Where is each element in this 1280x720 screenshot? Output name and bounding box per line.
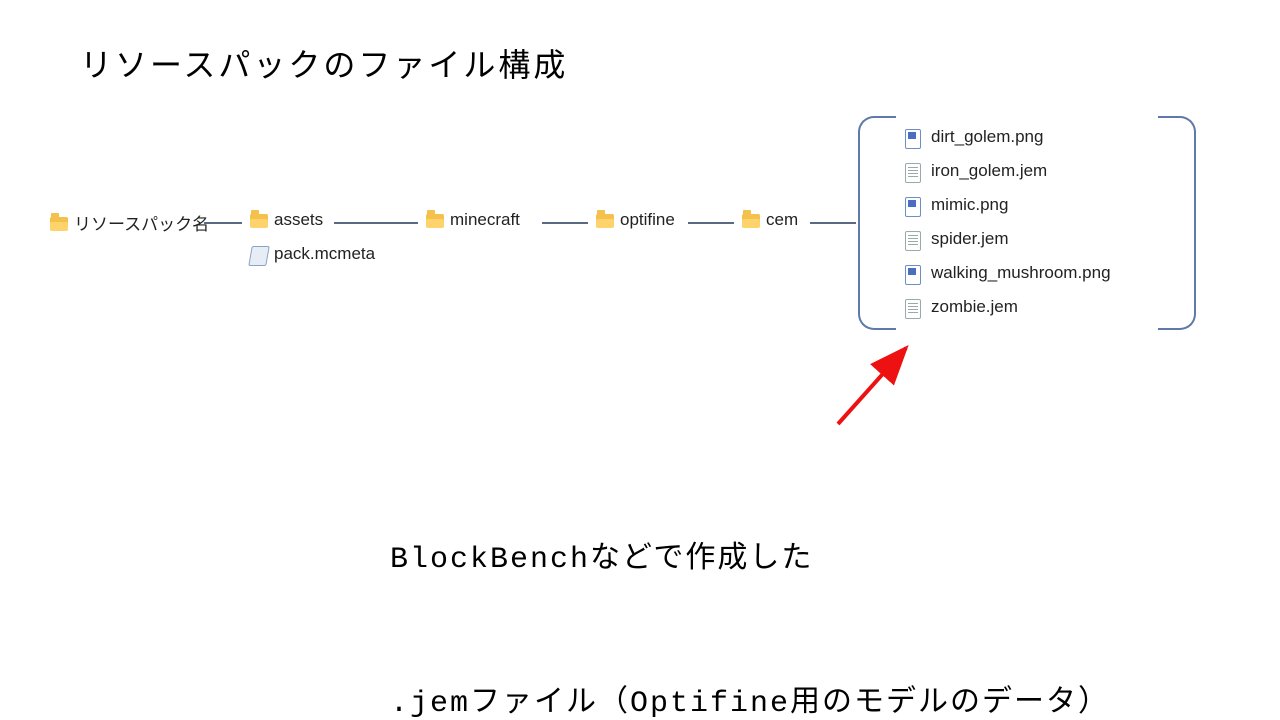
connector-line: [204, 222, 242, 224]
list-item: spider.jem: [905, 222, 1111, 256]
folder-label: リソースパック名: [74, 210, 209, 235]
document-icon: [905, 163, 921, 183]
folder-label: minecraft: [450, 210, 520, 230]
file-mcmeta: pack.mcmeta: [250, 244, 375, 264]
image-file-icon: [905, 129, 921, 149]
brace-left-icon: [858, 116, 896, 330]
file-label: walking_mushroom.png: [931, 256, 1111, 290]
document-icon: [905, 299, 921, 319]
brace-right-icon: [1158, 116, 1196, 330]
folder-root: リソースパック名: [50, 210, 209, 235]
folder-label: cem: [766, 210, 798, 230]
folder-label: optifine: [620, 210, 675, 230]
connector-line: [810, 222, 856, 224]
folder-cem: cem: [742, 210, 798, 230]
cem-file-list: dirt_golem.png iron_golem.jem mimic.png …: [905, 120, 1111, 324]
note-line: .jemファイル（Optifine用のモデルのデータ）: [390, 680, 1110, 720]
list-item: mimic.png: [905, 188, 1111, 222]
annotation: BlockBenchなどで作成した .jemファイル（Optifine用のモデル…: [390, 440, 1110, 720]
list-item: dirt_golem.png: [905, 120, 1111, 154]
file-label: iron_golem.jem: [931, 154, 1047, 188]
list-item: iron_golem.jem: [905, 154, 1111, 188]
folder-label: assets: [274, 210, 323, 230]
folder-minecraft: minecraft: [426, 210, 520, 230]
image-file-icon: [905, 197, 921, 217]
document-icon: [248, 246, 270, 266]
file-label: spider.jem: [931, 222, 1008, 256]
note-line: BlockBenchなどで作成した: [390, 536, 1110, 584]
page-title: リソースパックのファイル構成: [80, 40, 568, 86]
connector-line: [688, 222, 734, 224]
document-icon: [905, 231, 921, 251]
list-item: zombie.jem: [905, 290, 1111, 324]
folder-assets: assets: [250, 210, 323, 230]
folder-icon: [426, 214, 444, 228]
file-label: dirt_golem.png: [931, 120, 1043, 154]
folder-icon: [596, 214, 614, 228]
folder-optifine: optifine: [596, 210, 675, 230]
image-file-icon: [905, 265, 921, 285]
file-label: pack.mcmeta: [274, 244, 375, 264]
connector-line: [542, 222, 588, 224]
list-item: walking_mushroom.png: [905, 256, 1111, 290]
connector-line: [334, 222, 418, 224]
file-label: zombie.jem: [931, 290, 1018, 324]
folder-icon: [742, 214, 760, 228]
file-label: mimic.png: [931, 188, 1008, 222]
folder-icon: [50, 217, 68, 231]
folder-icon: [250, 214, 268, 228]
